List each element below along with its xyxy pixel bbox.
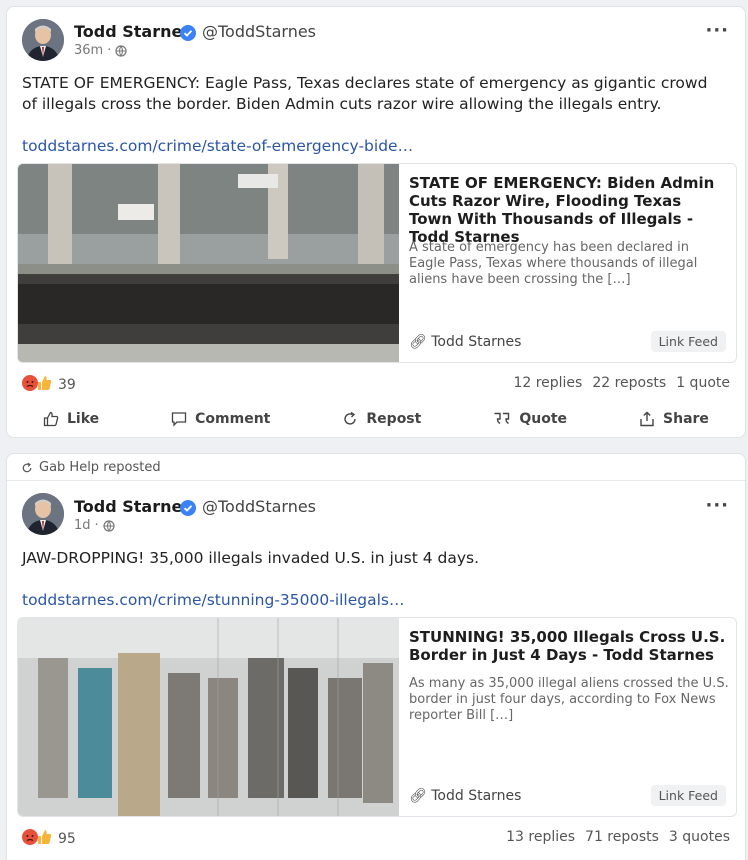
- reactions[interactable]: 39: [22, 375, 76, 395]
- post-actions: Like Comment Repost Quote Share: [7, 405, 745, 433]
- avatar[interactable]: [22, 493, 64, 535]
- post-card: Gab Help reposted Todd Starnes @ToddStar…: [6, 453, 746, 860]
- thumbs-up-reaction-icon: [36, 829, 52, 849]
- reposts-count[interactable]: 22 reposts: [592, 375, 666, 391]
- more-icon[interactable]: ···: [705, 20, 729, 41]
- link-preview-source: 🔗︎ Todd Starnes: [409, 788, 522, 804]
- author-name[interactable]: Todd Starnes: [74, 22, 192, 41]
- post-meta: 1d ·: [74, 518, 115, 533]
- link-preview-title: STATE OF EMERGENCY: Biden Admin Cuts Raz…: [409, 174, 715, 246]
- repost-button[interactable]: Repost: [332, 405, 431, 433]
- link-preview-description: A state of emergency has been declared i…: [409, 240, 698, 287]
- author-handle[interactable]: @ToddStarnes: [202, 22, 316, 41]
- author-handle[interactable]: @ToddStarnes: [202, 497, 316, 516]
- verified-icon: [180, 500, 196, 516]
- post-card: Todd Starnes @ToddStarnes 36m · ··· STAT…: [6, 6, 746, 438]
- quotes-count[interactable]: 3 quotes: [669, 829, 730, 845]
- reactions[interactable]: 95: [22, 829, 76, 849]
- link-feed-badge[interactable]: Link Feed: [650, 785, 726, 806]
- link-icon: 🔗︎: [409, 788, 427, 804]
- verified-icon: [180, 25, 196, 41]
- share-button[interactable]: Share: [629, 405, 719, 433]
- post-link[interactable]: toddstarnes.com/crime/stunning-35000-ill…: [22, 591, 405, 609]
- comment-button[interactable]: Comment: [161, 405, 280, 433]
- replies-count[interactable]: 13 replies: [506, 829, 575, 845]
- globe-icon: [115, 44, 127, 57]
- reposted-by-label: Gab Help reposted: [39, 460, 161, 475]
- quote-button[interactable]: Quote: [483, 405, 577, 433]
- link-preview-description: As many as 35,000 illegal aliens crossed…: [409, 676, 729, 723]
- replies-count[interactable]: 12 replies: [513, 375, 582, 391]
- link-preview-source: 🔗︎ Todd Starnes: [409, 334, 522, 350]
- timestamp[interactable]: 1d: [74, 518, 91, 533]
- reaction-count: 39: [58, 377, 76, 393]
- like-button[interactable]: Like: [33, 405, 109, 433]
- link-icon: 🔗︎: [409, 334, 427, 350]
- link-preview-image: [18, 618, 399, 816]
- more-icon[interactable]: ···: [705, 495, 729, 516]
- link-preview-card[interactable]: STATE OF EMERGENCY: Biden Admin Cuts Raz…: [17, 163, 737, 363]
- share-icon: [640, 411, 654, 427]
- quotes-count[interactable]: 1 quote: [676, 375, 730, 391]
- post-body: STATE OF EMERGENCY: Eagle Pass, Texas de…: [22, 74, 708, 113]
- quote-icon: [494, 412, 510, 425]
- divider: [7, 480, 745, 481]
- post-meta: 36m ·: [74, 43, 127, 58]
- comment-icon: [172, 412, 187, 427]
- thumbs-up-reaction-icon: [36, 375, 52, 395]
- repost-indicator[interactable]: Gab Help reposted: [21, 460, 161, 475]
- like-icon: [43, 411, 59, 427]
- link-preview-image: [18, 164, 399, 362]
- repost-icon: [22, 462, 32, 472]
- timestamp[interactable]: 36m: [74, 43, 103, 58]
- reaction-count: 95: [58, 831, 76, 847]
- post-link[interactable]: toddstarnes.com/crime/state-of-emergency…: [22, 137, 413, 155]
- repost-icon: [344, 411, 357, 425]
- author-name[interactable]: Todd Starnes: [74, 497, 192, 516]
- reposts-count[interactable]: 71 reposts: [585, 829, 659, 845]
- avatar[interactable]: [22, 19, 64, 61]
- link-preview-title: STUNNING! 35,000 Illegals Cross U.S. Bor…: [409, 628, 726, 664]
- globe-icon: [103, 519, 115, 532]
- link-preview-card[interactable]: STUNNING! 35,000 Illegals Cross U.S. Bor…: [17, 617, 737, 817]
- post-body: JAW-DROPPING! 35,000 illegals invaded U.…: [22, 549, 480, 567]
- link-feed-badge[interactable]: Link Feed: [650, 331, 726, 352]
